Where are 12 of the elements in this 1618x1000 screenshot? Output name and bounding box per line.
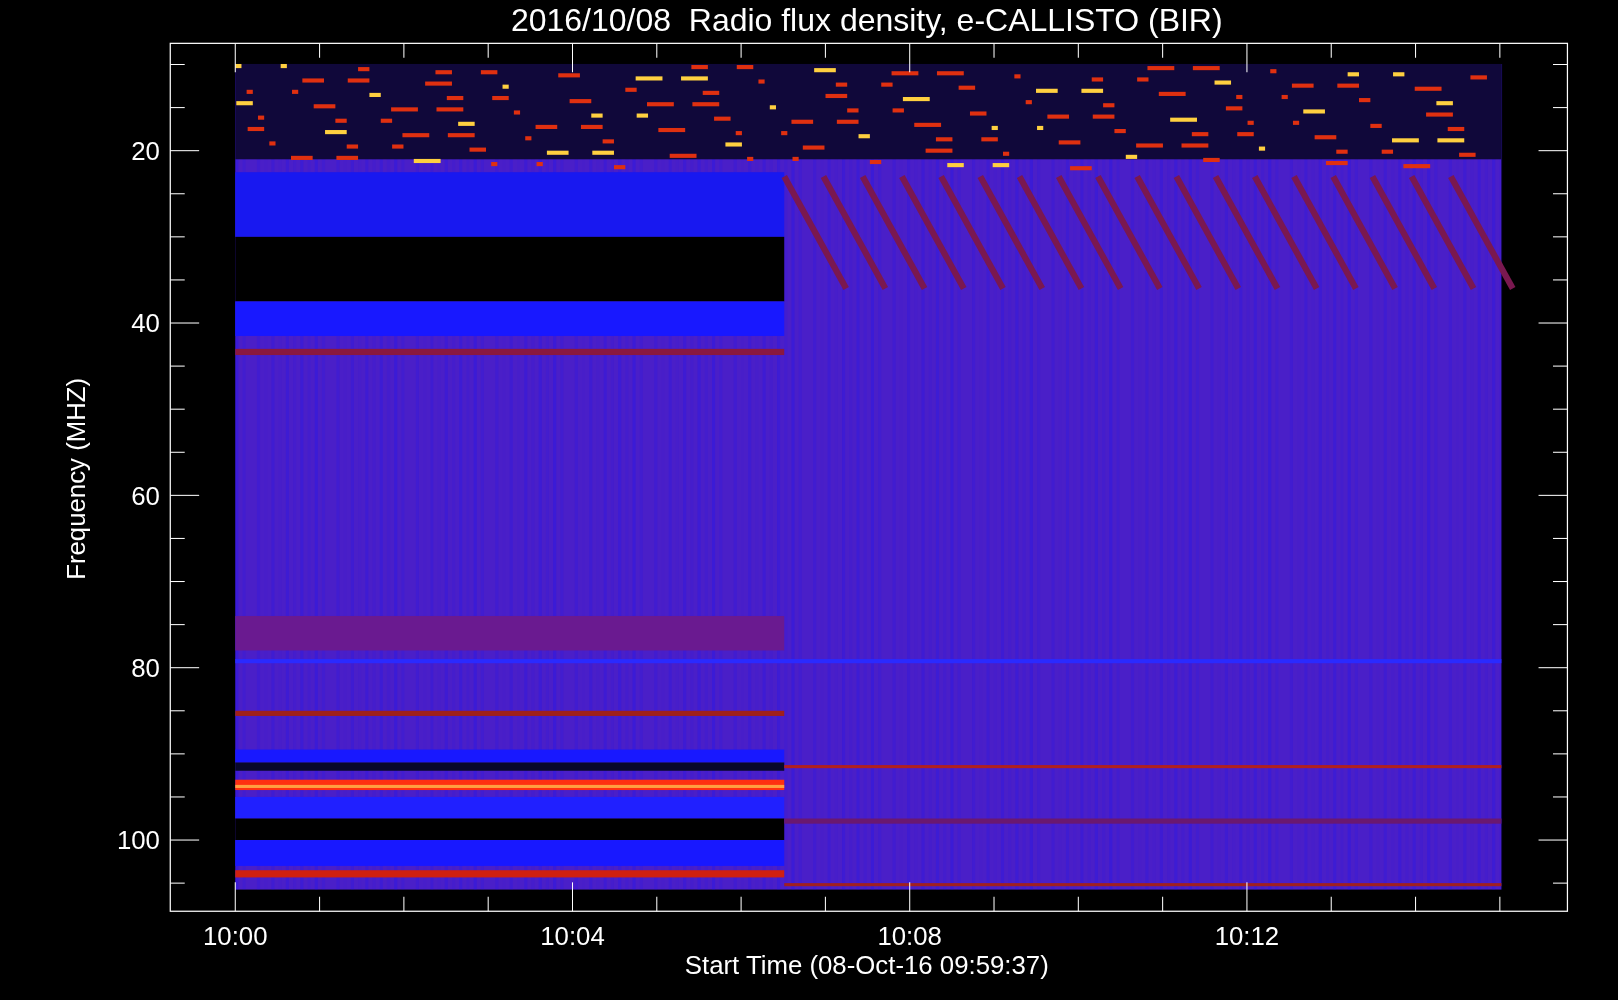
- x-tick-label: 10:12: [1214, 922, 1280, 951]
- x-tick-label: 10:08: [877, 922, 942, 951]
- y-tick-label: 40: [131, 309, 160, 338]
- y-tick-label: 60: [131, 481, 160, 510]
- y-tick-label: 20: [131, 136, 160, 165]
- y-tick-label: 100: [116, 826, 160, 855]
- chart-title: 2016/10/08 Radio flux density, e-CALLISTO (BIR): [510, 1, 1223, 38]
- x-tick-label: 10:00: [203, 922, 268, 951]
- x-tick-label: 10:04: [540, 922, 605, 951]
- y-tick-label: 80: [131, 654, 160, 682]
- x-axis-label: Start Time (08-Oct-16 09:59:37): [684, 951, 1049, 980]
- y-axis-label: Frequency (MHZ): [61, 377, 90, 580]
